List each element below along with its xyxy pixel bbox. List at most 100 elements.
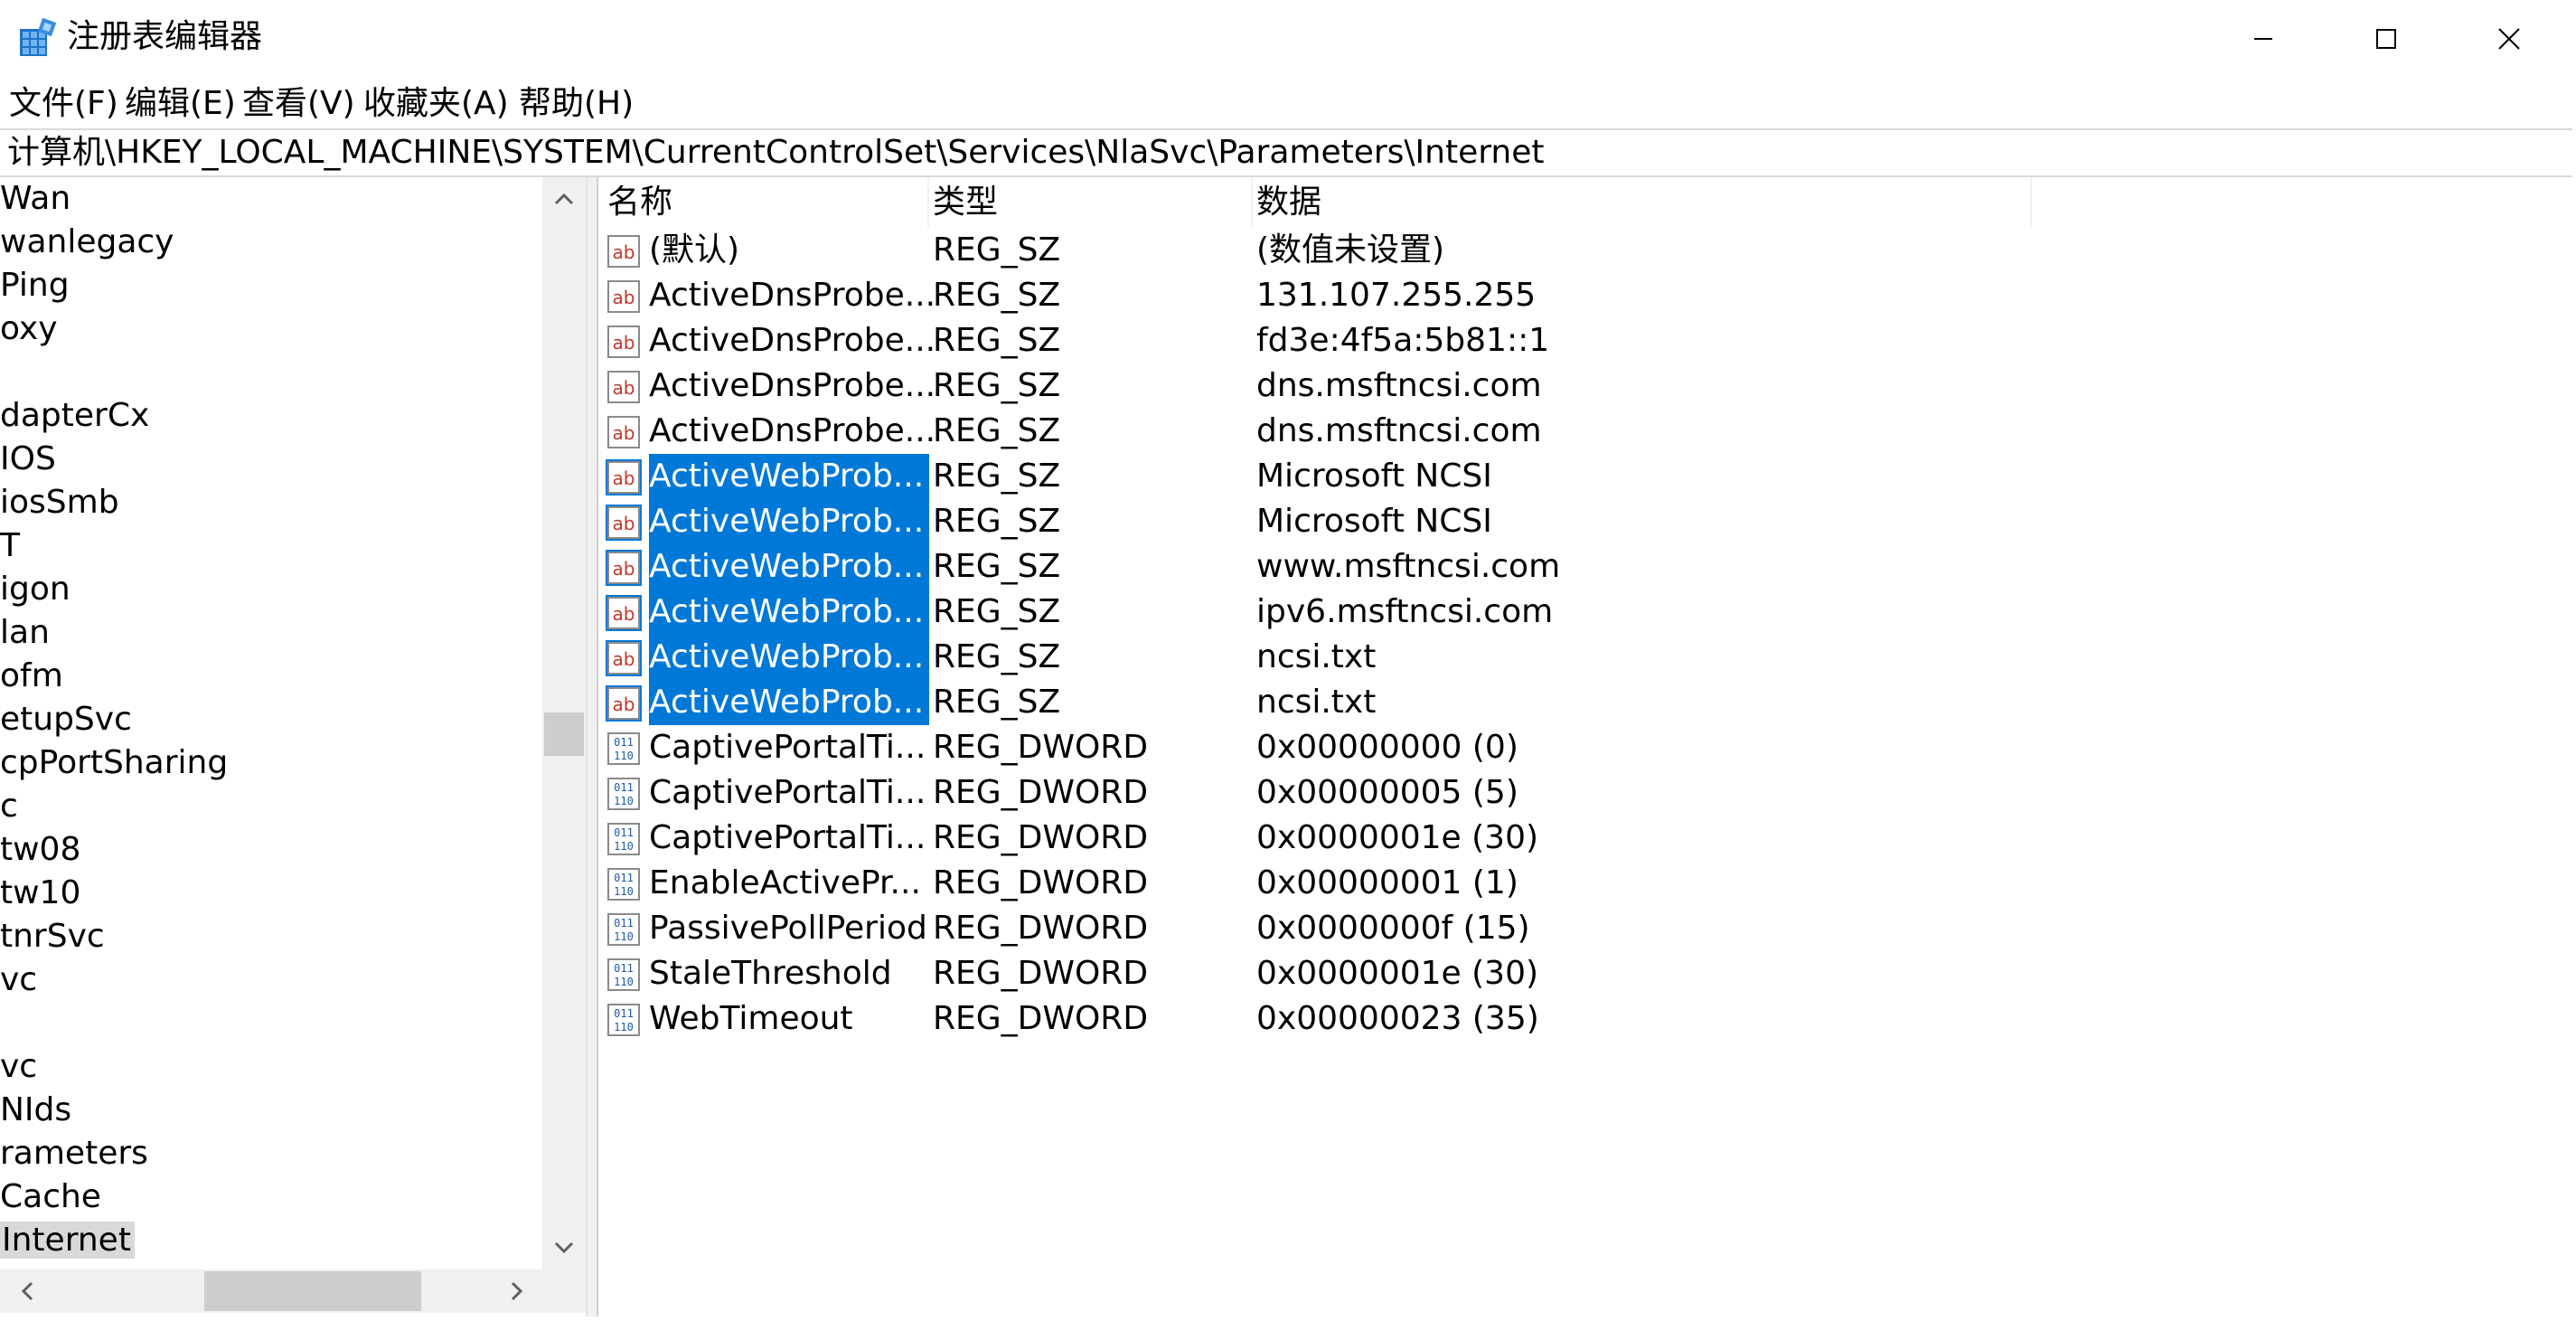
minimize-button[interactable] <box>2202 0 2325 78</box>
value-row[interactable]: ab ActiveWebProb... REG_SZ ncsi.txt <box>598 635 1683 680</box>
value-row[interactable]: 011 110 CaptivePortalTi... REG_DWORD 0x00000… <box>598 725 1683 770</box>
value-row[interactable]: 011 110 EnableActivePr... REG_DWORD 0x000000… <box>598 861 1683 906</box>
close-button[interactable] <box>2448 0 2571 78</box>
value-row[interactable]: ab ActiveWebProb... REG_SZ Microsoft NCSI <box>598 499 1683 544</box>
tree-item[interactable]: iosSmb <box>0 481 119 524</box>
tree-item-internet[interactable]: Internet <box>0 1219 135 1262</box>
value-row[interactable]: 011 110 WebTimeout REG_DWORD 0x00000023 (35) <box>598 996 1683 1042</box>
menu-bar: 文件(F) 编辑(E) 查看(V) 收藏夹(A) 帮助(H) <box>0 80 2576 128</box>
address-path[interactable]: 计算机\HKEY_LOCAL_MACHINE\SYSTEM\CurrentCon… <box>7 130 1545 175</box>
value-row[interactable]: ab ActiveDnsProbe... REG_SZ fd3e:4f5a:5b81:… <box>598 318 1683 363</box>
value-row[interactable]: 011 110 PassivePollPeriod REG_DWORD 0x000000… <box>598 906 1683 951</box>
svg-text:110: 110 <box>614 930 634 943</box>
regedit-icon <box>20 18 57 56</box>
tree-item[interactable]: tw08 <box>0 828 80 872</box>
menu-view[interactable]: 查看(V) <box>242 80 355 128</box>
tree-item[interactable]: tw10 <box>0 872 80 915</box>
tree-item[interactable]: ofm <box>0 655 63 698</box>
minimize-icon <box>2254 38 2272 40</box>
string-value-icon: ab <box>607 280 640 313</box>
column-divider[interactable] <box>2030 177 2032 228</box>
svg-text:ab: ab <box>613 603 635 625</box>
tree-item-label: wanlegacy <box>0 223 174 260</box>
svg-text:ab: ab <box>613 558 635 580</box>
menu-favorites[interactable]: 收藏夹(A) <box>363 80 509 128</box>
tree-horizontal-scrollbar[interactable] <box>0 1269 586 1313</box>
value-row[interactable]: ab ActiveWebProb... REG_SZ Microsoft NCSI <box>598 454 1683 499</box>
value-name: ActiveDnsProbe... <box>649 322 936 359</box>
svg-text:110: 110 <box>614 795 634 807</box>
value-row[interactable]: ab (默认) REG_SZ (数值未设置) <box>598 228 1683 273</box>
value-type: REG_SZ <box>933 593 1061 630</box>
column-divider[interactable] <box>927 177 929 228</box>
value-name: CaptivePortalTi... <box>649 729 926 766</box>
value-row[interactable]: ab ActiveDnsProbe... REG_SZ 131.107.255.255 <box>598 273 1683 318</box>
menu-file[interactable]: 文件(F) <box>9 80 118 128</box>
tree-horizontal-thumb[interactable] <box>204 1271 421 1311</box>
column-header-data[interactable]: 数据 <box>1256 177 1321 228</box>
tree-item[interactable]: dapterCx <box>0 394 149 438</box>
scroll-down-button[interactable] <box>542 1226 586 1269</box>
value-row[interactable]: 011 110 StaleThreshold REG_DWORD 0x0000001e … <box>598 951 1683 996</box>
tree-item[interactable]: T <box>0 524 20 568</box>
scroll-right-button[interactable] <box>495 1269 539 1313</box>
tree-vertical-thumb[interactable] <box>544 712 584 756</box>
string-value-icon: ab <box>606 685 642 722</box>
tree-item-label: oxy <box>0 310 58 347</box>
value-type: REG_DWORD <box>933 910 1149 947</box>
window-title: 注册表编辑器 <box>67 18 263 55</box>
value-row[interactable]: 011 110 CaptivePortalTi... REG_DWORD 0x00000… <box>598 816 1683 861</box>
tree-item[interactable]: NIds <box>0 1089 71 1132</box>
value-type: REG_SZ <box>933 458 1061 495</box>
tree-item[interactable]: wanlegacy <box>0 221 174 264</box>
values-list[interactable]: 名称 类型 数据 ab (默认) REG_SZ (数值未设置) ab ActiveDnsP… <box>598 177 2572 1316</box>
tree-item[interactable]: Wan <box>0 177 71 221</box>
chevron-right-icon <box>511 1281 523 1301</box>
tree-item[interactable]: IOS <box>0 438 56 481</box>
tree-item[interactable]: igon <box>0 568 71 611</box>
title-bar: 注册表编辑器 <box>0 0 2576 78</box>
svg-text:ab: ab <box>613 377 635 399</box>
close-icon <box>2498 28 2520 50</box>
value-name: (默认) <box>649 231 740 269</box>
menu-edit[interactable]: 编辑(E) <box>125 80 236 128</box>
value-row[interactable]: ab ActiveDnsProbe... REG_SZ dns.msftncsi.co… <box>598 363 1683 409</box>
tree-item[interactable]: c <box>0 785 18 828</box>
pane-splitter[interactable] <box>586 177 598 1316</box>
value-name: ActiveDnsProbe... <box>649 277 936 314</box>
scroll-left-button[interactable] <box>5 1269 49 1313</box>
tree-item[interactable]: Ping <box>0 264 70 307</box>
tree-vertical-scrollbar[interactable] <box>542 177 586 1269</box>
scroll-up-button[interactable] <box>542 177 586 221</box>
value-row[interactable]: ab ActiveWebProb... REG_SZ www.msftncsi.com <box>598 544 1683 590</box>
key-tree[interactable]: Wan wanlegacy Ping oxy dapterCx IOS iosS… <box>0 177 542 1269</box>
address-bar[interactable]: 计算机\HKEY_LOCAL_MACHINE\SYSTEM\CurrentCon… <box>0 128 2572 177</box>
column-header-name[interactable]: 名称 <box>607 177 672 228</box>
tree-item[interactable]: vc <box>0 1045 37 1089</box>
maximize-button[interactable] <box>2325 0 2448 78</box>
svg-text:110: 110 <box>614 840 634 853</box>
value-data: Microsoft NCSI <box>1256 458 1492 495</box>
value-name: EnableActivePr... <box>649 864 921 901</box>
column-header-type[interactable]: 类型 <box>933 177 998 228</box>
tree-item-label: iosSmb <box>0 484 119 521</box>
value-name: StaleThreshold <box>649 955 892 992</box>
dword-value-icon: 011110 <box>607 913 640 946</box>
value-row[interactable]: ab ActiveDnsProbe... REG_SZ dns.msftncsi.co… <box>598 409 1683 454</box>
menu-help[interactable]: 帮助(H) <box>519 80 634 128</box>
value-row[interactable]: ab ActiveWebProb... REG_SZ ncsi.txt <box>598 680 1683 725</box>
string-value-icon: ab <box>606 459 642 495</box>
value-row[interactable]: ab ActiveWebProb... REG_SZ ipv6.msftncsi.co… <box>598 590 1683 635</box>
tree-item[interactable]: rameters <box>0 1132 148 1175</box>
value-name: ActiveWebProb... <box>649 499 930 544</box>
tree-item[interactable]: tnrSvc <box>0 915 105 958</box>
string-value-icon: ab <box>607 235 640 268</box>
value-row[interactable]: 011 110 CaptivePortalTi... REG_DWORD 0x00000… <box>598 770 1683 816</box>
tree-item[interactable]: Cache <box>0 1175 101 1219</box>
tree-item[interactable]: etupSvc <box>0 698 132 741</box>
tree-item[interactable]: oxy <box>0 307 58 351</box>
tree-item[interactable]: lan <box>0 611 50 655</box>
column-divider[interactable] <box>1251 177 1253 228</box>
tree-item[interactable]: vc <box>0 958 37 1002</box>
tree-item[interactable]: cpPortSharing <box>0 741 228 785</box>
